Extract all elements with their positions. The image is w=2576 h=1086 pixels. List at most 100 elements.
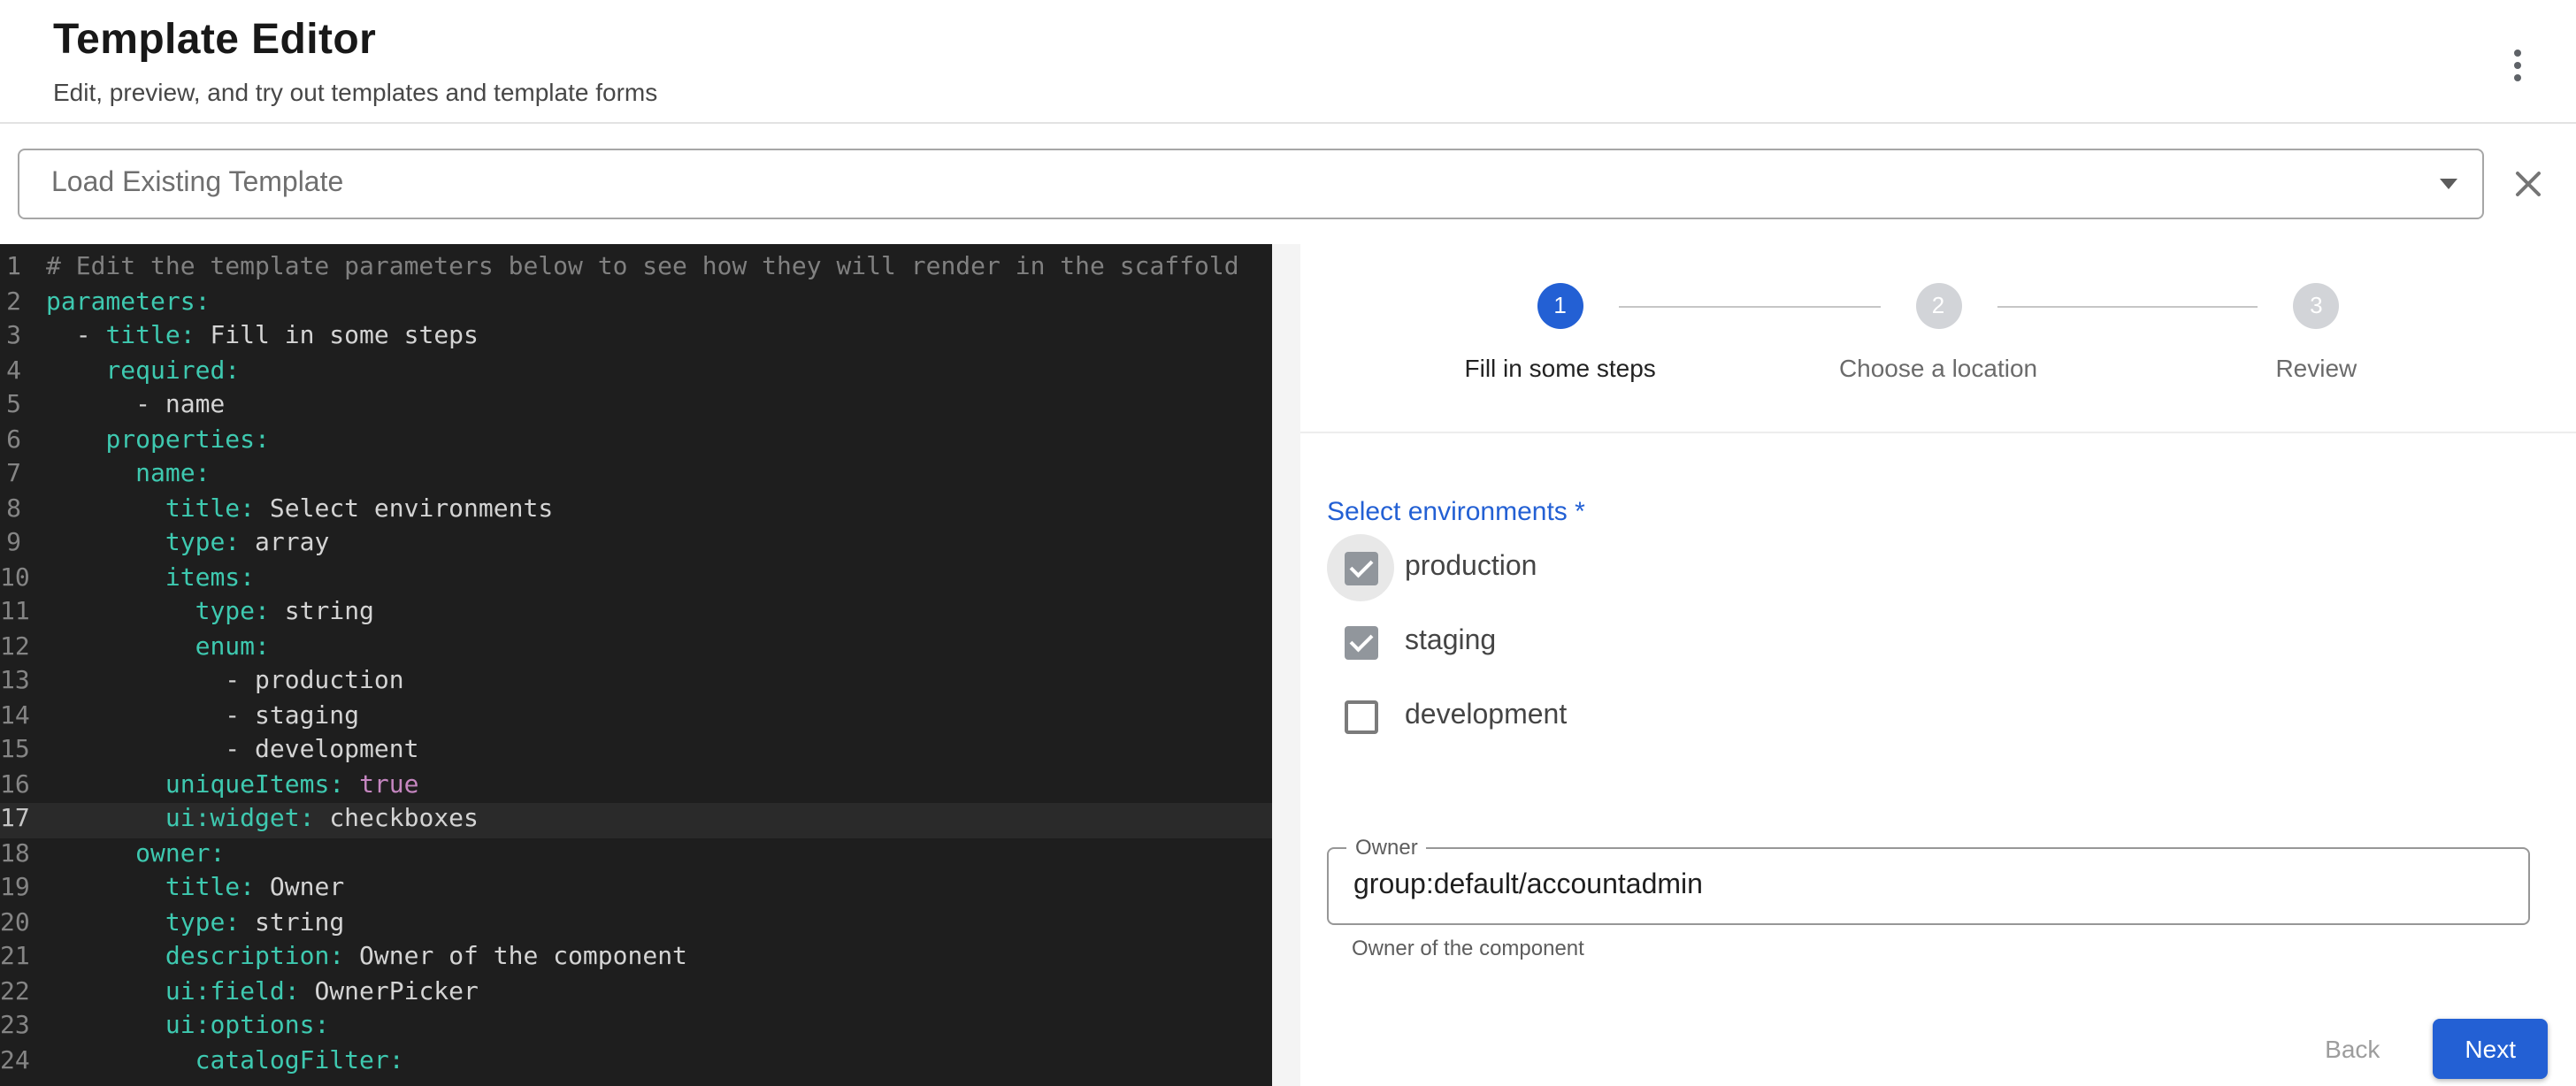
code-line[interactable]: 18 owner: bbox=[0, 837, 1272, 872]
line-number: 19 bbox=[0, 872, 46, 906]
line-number: 14 bbox=[0, 700, 46, 734]
code-line[interactable]: 13 - production bbox=[0, 665, 1272, 700]
checkbox-label[interactable]: production bbox=[1405, 552, 1537, 584]
checkbox-row: staging bbox=[1327, 607, 2548, 677]
close-icon-button[interactable] bbox=[2505, 161, 2551, 207]
form-actions: Back Next bbox=[2307, 1019, 2548, 1079]
page-subtitle: Edit, preview, and try out templates and… bbox=[53, 78, 2576, 108]
code-text: type: string bbox=[46, 596, 374, 631]
chevron-down-icon bbox=[2440, 179, 2457, 189]
step-label: Choose a location bbox=[1749, 354, 2127, 382]
checkbox-label[interactable]: development bbox=[1405, 700, 1567, 732]
line-number: 15 bbox=[0, 734, 46, 769]
code-text: - production bbox=[46, 665, 404, 700]
line-number: 3 bbox=[0, 320, 46, 355]
page-header: Template Editor Edit, preview, and try o… bbox=[0, 0, 2576, 124]
checkbox-checked-icon bbox=[1344, 625, 1377, 659]
environments-field-label: Select environments * bbox=[1327, 497, 2548, 529]
page-title: Template Editor bbox=[53, 14, 2576, 67]
code-line[interactable]: 21 description: Owner of the component bbox=[0, 941, 1272, 975]
editor-scrollbar[interactable] bbox=[1272, 244, 1300, 1086]
kebab-dot-icon bbox=[2514, 50, 2521, 57]
code-line[interactable]: 4 required: bbox=[0, 355, 1272, 389]
code-line[interactable]: 14 - staging bbox=[0, 700, 1272, 734]
code-line[interactable]: 19 title: Owner bbox=[0, 872, 1272, 906]
line-number: 2 bbox=[0, 286, 46, 320]
line-number: 18 bbox=[0, 837, 46, 872]
owner-helper-text: Owner of the component bbox=[1352, 936, 2530, 960]
code-text: ui:options: bbox=[46, 1010, 329, 1044]
code-line[interactable]: 2parameters: bbox=[0, 286, 1272, 320]
code-text: catalogFilter: bbox=[46, 1044, 404, 1079]
code-line[interactable]: 12 enum: bbox=[0, 631, 1272, 665]
code-text: required: bbox=[46, 355, 240, 389]
code-line[interactable]: 11 type: string bbox=[0, 596, 1272, 631]
code-line[interactable]: 20 type: string bbox=[0, 906, 1272, 941]
code-line[interactable]: 8 title: Select environments bbox=[0, 493, 1272, 527]
code-line[interactable]: 16 uniqueItems: true bbox=[0, 769, 1272, 803]
code-text: # Edit the template parameters below to … bbox=[46, 251, 1239, 286]
line-number: 22 bbox=[0, 975, 46, 1010]
template-loader-row: Load Existing Template bbox=[18, 149, 2558, 219]
code-line[interactable]: 5 - name bbox=[0, 389, 1272, 424]
step-label: Fill in some steps bbox=[1371, 354, 1749, 382]
line-number: 16 bbox=[0, 769, 46, 803]
owner-field-group: Owner group:default/accountadmin Owner o… bbox=[1327, 847, 2530, 960]
code-text: type: array bbox=[46, 527, 329, 562]
stepper-connector bbox=[1997, 306, 2258, 308]
line-number: 9 bbox=[0, 527, 46, 562]
line-number: 7 bbox=[0, 458, 46, 493]
stepper-step: 2 Choose a location bbox=[1749, 283, 2127, 382]
line-number: 1 bbox=[0, 251, 46, 286]
step-number-badge: 2 bbox=[1915, 283, 1961, 329]
main-split: 1# Edit the template parameters below to… bbox=[0, 244, 2576, 1086]
line-number: 21 bbox=[0, 941, 46, 975]
code-line[interactable]: 6 properties: bbox=[0, 424, 1272, 458]
close-icon bbox=[2512, 168, 2544, 200]
code-line[interactable]: 10 items: bbox=[0, 562, 1272, 596]
step-label: Review bbox=[2128, 354, 2505, 382]
checkbox[interactable] bbox=[1327, 534, 1394, 601]
code-text: enum: bbox=[46, 631, 270, 665]
stepper-step: 3 Review bbox=[2128, 283, 2505, 382]
code-line[interactable]: 7 name: bbox=[0, 458, 1272, 493]
code-text: - title: Fill in some steps bbox=[46, 320, 479, 355]
owner-field-label: Owner bbox=[1346, 837, 1427, 860]
code-line[interactable]: 3 - title: Fill in some steps bbox=[0, 320, 1272, 355]
checkbox[interactable] bbox=[1327, 608, 1394, 676]
code-text: name: bbox=[46, 458, 210, 493]
line-number: 12 bbox=[0, 631, 46, 665]
code-line[interactable]: 1# Edit the template parameters below to… bbox=[0, 251, 1272, 286]
owner-input[interactable]: Owner group:default/accountadmin bbox=[1327, 847, 2530, 925]
checkbox-unchecked-icon bbox=[1344, 700, 1377, 733]
code-editor[interactable]: 1# Edit the template parameters below to… bbox=[0, 244, 1272, 1086]
overflow-menu-button[interactable] bbox=[2495, 39, 2541, 92]
code-text: title: Owner bbox=[46, 872, 344, 906]
template-preview-panel: 1Fill in some steps2Choose a location3Re… bbox=[1300, 244, 2576, 1086]
checkbox-row: development bbox=[1327, 681, 2548, 752]
template-form: Select environments * production staging d… bbox=[1300, 497, 2576, 960]
next-button[interactable]: Next bbox=[2433, 1019, 2548, 1079]
stepper: 1Fill in some steps2Choose a location3Re… bbox=[1300, 244, 2576, 382]
checkbox-row: production bbox=[1327, 532, 2548, 603]
load-template-select[interactable]: Load Existing Template bbox=[18, 149, 2484, 219]
kebab-dot-icon bbox=[2514, 74, 2521, 81]
code-text: parameters: bbox=[46, 286, 210, 320]
code-line[interactable]: 17 ui:widget: checkboxes bbox=[0, 803, 1272, 837]
checkbox-label[interactable]: staging bbox=[1405, 626, 1496, 658]
step-number-badge: 3 bbox=[2293, 283, 2339, 329]
code-line[interactable]: 15 - development bbox=[0, 734, 1272, 769]
checkbox[interactable] bbox=[1327, 683, 1394, 750]
code-line[interactable]: 22 ui:field: OwnerPicker bbox=[0, 975, 1272, 1010]
code-line[interactable]: 9 type: array bbox=[0, 527, 1272, 562]
code-text: uniqueItems: true bbox=[46, 769, 419, 803]
code-line[interactable]: 24 catalogFilter: bbox=[0, 1044, 1272, 1079]
line-number: 20 bbox=[0, 906, 46, 941]
kebab-dot-icon bbox=[2514, 62, 2521, 69]
checkbox-checked-icon bbox=[1344, 551, 1377, 585]
line-number: 4 bbox=[0, 355, 46, 389]
back-button[interactable]: Back bbox=[2307, 1021, 2397, 1077]
load-template-placeholder: Load Existing Template bbox=[51, 168, 2426, 200]
code-line[interactable]: 23 ui:options: bbox=[0, 1010, 1272, 1044]
stepper-divider bbox=[1300, 432, 2576, 433]
